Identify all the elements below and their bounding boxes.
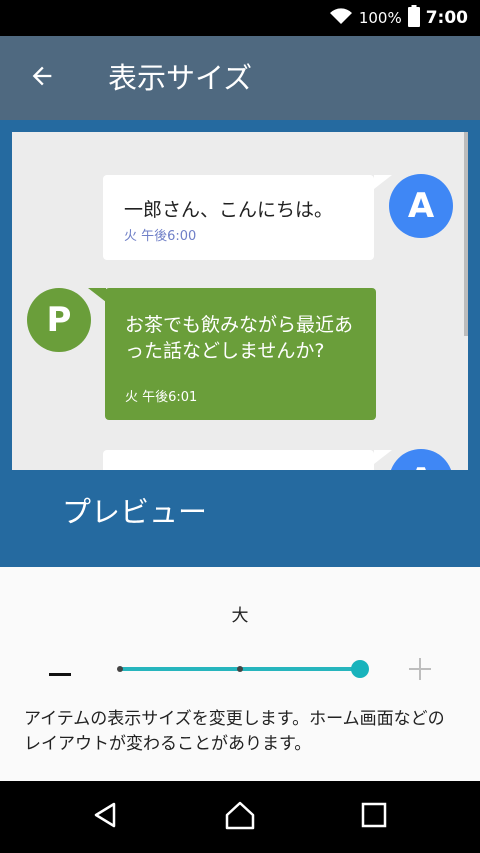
- app-bar: 表示サイズ: [0, 36, 480, 120]
- plus-icon: [409, 658, 431, 684]
- message-time: 火 午後6:00: [124, 229, 197, 244]
- clock: 7:00: [425, 8, 468, 28]
- scrollbar[interactable]: [464, 132, 468, 336]
- decrease-size-button[interactable]: [40, 651, 80, 691]
- message-text: 一郎さん、こんにちは。: [124, 199, 334, 221]
- slider-tick: [117, 666, 123, 672]
- battery-percent: 100%: [358, 9, 402, 27]
- nav-home-button[interactable]: [218, 795, 262, 839]
- preview-label: プレビュー: [62, 495, 208, 529]
- home-icon: [224, 800, 256, 834]
- increase-size-button[interactable]: [400, 651, 440, 691]
- status-right: 100% 7:00: [329, 0, 468, 36]
- arrow-back-icon: [28, 62, 56, 94]
- wifi-icon: [329, 7, 353, 29]
- message-text: お茶でも飲みながら最近あった話などしませんか?: [125, 314, 354, 362]
- nav-back-button[interactable]: [84, 795, 128, 839]
- settings-panel: 大 アイテムの表示サイズを変更します。ホーム画面などのレイアウトが変わることがあ…: [0, 567, 480, 781]
- size-slider-thumb[interactable]: [351, 660, 369, 678]
- size-value-label: 大: [231, 606, 249, 626]
- triangle-back-icon: [92, 801, 120, 833]
- avatar-a: A: [389, 449, 453, 470]
- message-bubble-a: [103, 450, 374, 470]
- page-title: 表示サイズ: [108, 61, 253, 95]
- bubble-tail: [374, 175, 392, 189]
- size-description: アイテムの表示サイズを変更します。ホーム画面などのレイアウトが変わることがありま…: [24, 709, 445, 754]
- minus-icon: [49, 662, 71, 681]
- battery-icon: [407, 5, 420, 31]
- navigation-bar: [0, 781, 480, 853]
- message-time: 火 午後6:01: [125, 390, 198, 405]
- avatar-a: A: [389, 174, 453, 238]
- bubble-tail: [374, 450, 392, 464]
- back-button[interactable]: [20, 56, 64, 100]
- square-recents-icon: [361, 802, 387, 832]
- avatar-p: P: [27, 288, 91, 352]
- preview-section: 一郎さん、こんにちは。 火 午後6:00 A お茶でも飲みながら最近あった話など…: [0, 120, 480, 567]
- preview-frame: 一郎さん、こんにちは。 火 午後6:00 A お茶でも飲みながら最近あった話など…: [12, 132, 468, 470]
- bubble-tail: [88, 288, 106, 302]
- slider-tick: [237, 666, 243, 672]
- status-bar: 100% 7:00: [0, 0, 480, 36]
- nav-recents-button[interactable]: [352, 795, 396, 839]
